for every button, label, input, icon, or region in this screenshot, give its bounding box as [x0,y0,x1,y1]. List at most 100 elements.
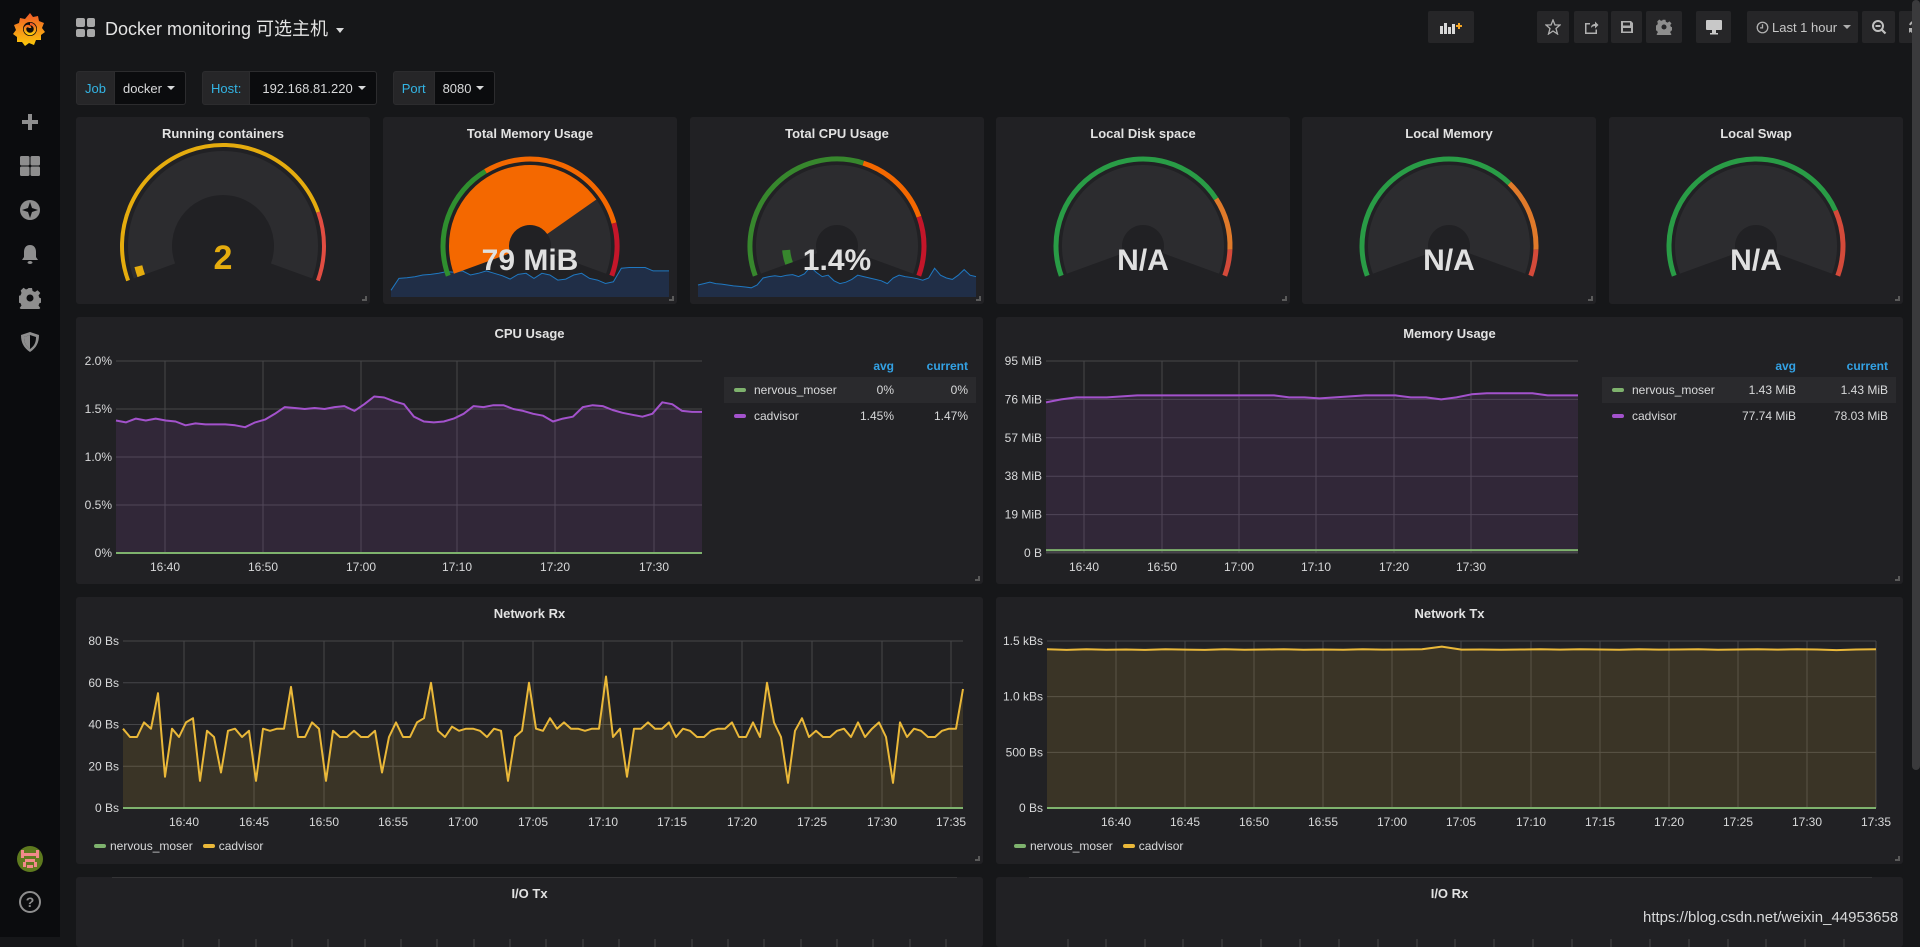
resize-handle[interactable] [975,576,980,581]
share-button[interactable] [1574,11,1608,43]
legend-row[interactable]: cadvisor 77.74 MiB 78.03 MiB [1602,403,1896,429]
memory-usage-chart: 0 B19 MiB38 MiB57 MiB76 MiB95 MiB16:4016… [996,317,1903,584]
user-avatar[interactable] [17,846,43,872]
sidebar-item-dashboards[interactable] [0,144,60,188]
tv-mode-button[interactable] [1696,11,1731,43]
caret-down-icon [167,86,175,94]
sidebar-item-configuration[interactable] [0,276,60,320]
x-tick-label: 16:40 [169,815,199,829]
gauge-chart: 79 MiB [383,117,677,304]
series-swatch [1612,414,1624,418]
variable-job-select[interactable]: docker [115,71,186,105]
sidebar-item-alerting[interactable] [0,232,60,276]
resize-handle[interactable] [1895,576,1900,581]
variable-value: 8080 [443,81,472,96]
series-avg: 77.74 MiB [1742,409,1796,423]
resize-handle[interactable] [1895,296,1900,301]
series-name: nervous_moser [110,839,193,853]
dashboard-settings-button[interactable] [1646,11,1682,43]
x-tick-label: 17:35 [936,815,966,829]
x-tick-label: 16:55 [378,815,408,829]
legend-row[interactable]: nervous_moser 0% 0% [724,377,976,403]
legend-item[interactable]: cadvisor [1123,839,1184,853]
x-tick-label: 16:50 [248,560,278,574]
panel-memory-usage: Memory Usage 0 B19 MiB38 MiB57 MiB76 MiB… [996,317,1903,584]
x-tick-label: 16:45 [239,815,269,829]
zoom-out-button[interactable] [1862,11,1895,43]
y-tick-label: 0 Bs [95,801,119,815]
x-tick-label: 17:30 [1456,560,1486,574]
variable-host: Host: 192.168.81.220 [202,71,377,105]
legend-item[interactable]: nervous_moser [94,839,193,853]
legend-header-current[interactable]: current [927,359,968,373]
gauge-value: 1.4% [803,244,871,277]
y-tick-label: 1.0 kBs [1003,690,1043,704]
sidebar-item-server-admin[interactable] [0,320,60,364]
save-icon [1619,19,1635,35]
x-tick-label: 17:10 [588,815,618,829]
side-menu: ? [0,0,60,937]
legend-header-avg[interactable]: avg [873,359,894,373]
panel-local-disk-space: Local Disk spaceN/A [996,117,1290,304]
resize-handle[interactable] [1895,856,1900,861]
series-name: cadvisor [754,409,799,423]
resize-handle[interactable] [975,856,980,861]
legend-item[interactable]: nervous_moser [1014,839,1113,853]
panel-network-rx: Network Rx 0 Bs20 Bs40 Bs60 Bs80 Bs16:40… [76,597,983,864]
add-panel-button[interactable] [1428,11,1474,43]
variable-label: Port [393,71,435,105]
series-area-cadvisor [1047,647,1876,808]
x-tick-label: 17:15 [657,815,687,829]
resize-handle[interactable] [1588,296,1593,301]
network-rx-legend: nervous_moser cadvisor [94,839,273,853]
resize-handle[interactable] [362,296,367,301]
variable-port-select[interactable]: 8080 [435,71,496,105]
series-current: 78.03 MiB [1834,409,1888,423]
gear-icon [19,287,41,309]
variable-value: docker [123,81,162,96]
variable-host-select[interactable]: 192.168.81.220 [250,71,376,105]
x-tick-label: 16:50 [309,815,339,829]
dashboard-title-dropdown[interactable]: Docker monitoring 可选主机 [105,15,344,41]
x-tick-label: 16:40 [150,560,180,574]
star-button[interactable] [1537,11,1569,43]
panel-network-tx: Network Tx 0 Bs500 Bs1.0 kBs1.5 kBs16:40… [996,597,1903,864]
sidebar-item-create[interactable] [0,100,60,144]
series-swatch [734,388,746,392]
y-tick-label: 1.5 kBs [1003,634,1043,648]
series-area-cadvisor [1046,393,1578,553]
add-panel-icon [1439,19,1463,35]
resize-handle[interactable] [669,296,674,301]
x-tick-label: 17:20 [540,560,570,574]
dashboard-title: Docker monitoring 可选主机 [105,19,328,39]
caret-down-icon [358,86,366,94]
x-tick-label: 17:00 [1377,815,1407,829]
resize-handle[interactable] [1282,296,1287,301]
save-dashboard-button[interactable] [1611,11,1642,43]
x-tick-label: 17:10 [1301,560,1331,574]
gauge-chart: N/A [1302,117,1596,304]
x-tick-label: 16:50 [1147,560,1177,574]
time-range-picker[interactable]: Last 1 hour [1747,11,1858,43]
legend-header-current[interactable]: current [1847,359,1888,373]
x-tick-label: 17:30 [1792,815,1822,829]
caret-down-icon [1843,25,1851,33]
page-scrollbar[interactable] [1912,0,1920,770]
series-avg: 1.43 MiB [1749,383,1796,397]
grafana-logo-icon[interactable] [12,10,48,46]
gauge-threshold-band [1531,250,1536,276]
variable-job: Job docker [76,71,186,105]
series-swatch [1123,844,1135,848]
legend-item[interactable]: cadvisor [203,839,264,853]
gauge-chart: N/A [1609,117,1903,304]
help-icon[interactable]: ? [19,891,41,913]
x-tick-label: 17:25 [1723,815,1753,829]
legend-header-avg[interactable]: avg [1775,359,1796,373]
y-tick-label: 76 MiB [1005,392,1042,406]
legend-row[interactable]: cadvisor 1.45% 1.47% [724,403,976,429]
y-tick-label: 20 Bs [88,759,119,773]
resize-handle[interactable] [976,296,981,301]
y-tick-label: 60 Bs [88,676,119,690]
sidebar-item-explore[interactable] [0,188,60,232]
legend-row[interactable]: nervous_moser 1.43 MiB 1.43 MiB [1602,377,1896,403]
